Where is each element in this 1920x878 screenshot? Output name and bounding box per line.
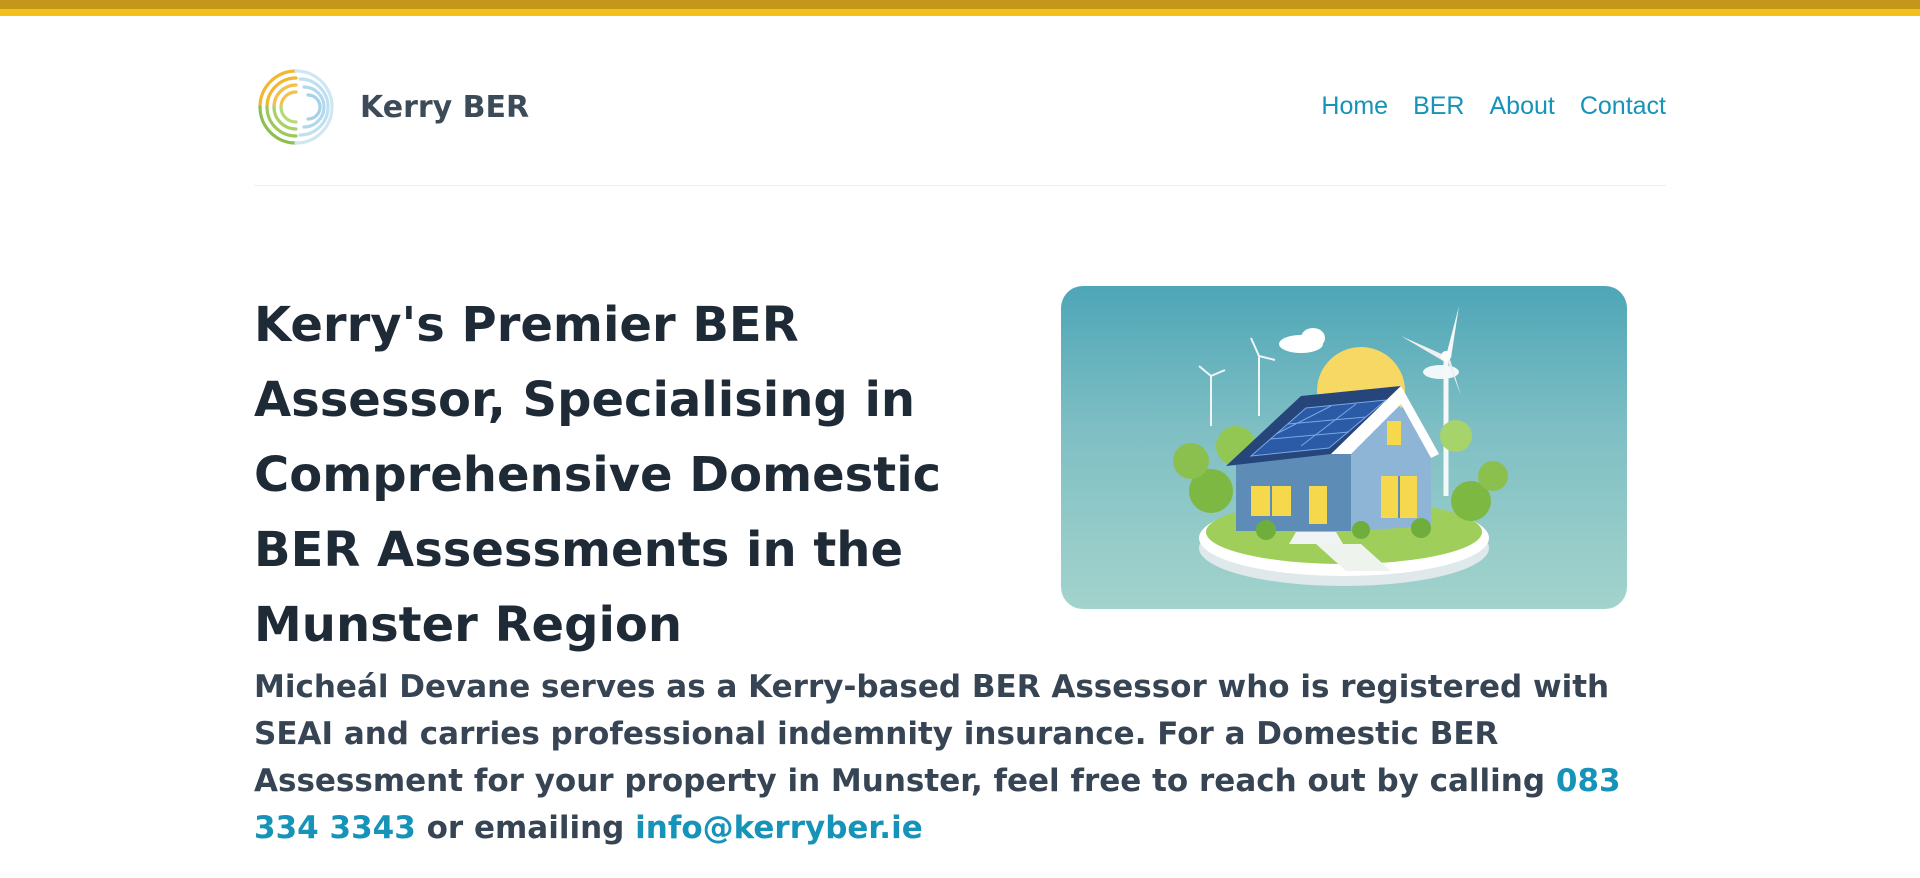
hero-image: [1061, 286, 1627, 609]
brand-name[interactable]: Kerry BER: [360, 90, 529, 125]
email-link[interactable]: info@kerryber.ie: [635, 810, 923, 846]
eco-house-solar-wind-illustration-icon: [1173, 306, 1508, 586]
site-header: Kerry BER Home BER About Contact: [254, 60, 1666, 186]
nav-contact-link[interactable]: Contact: [1580, 92, 1666, 121]
concentric-arcs-logo-icon[interactable]: [254, 65, 338, 149]
intro-text: Micheál Devane serves as a Kerry-based B…: [254, 669, 1610, 799]
intro-text-between: or emailing: [415, 810, 636, 846]
nav-about-link[interactable]: About: [1489, 92, 1554, 121]
intro-paragraph: Micheál Devane serves as a Kerry-based B…: [254, 664, 1666, 852]
nav-home-link[interactable]: Home: [1321, 92, 1388, 121]
main-nav: Home BER About Contact: [1321, 92, 1666, 121]
top-accent-bar: [0, 0, 1920, 16]
nav-ber-link[interactable]: BER: [1413, 92, 1464, 121]
hero-title: Kerry's Premier BER Assessor, Specialisi…: [254, 297, 942, 653]
